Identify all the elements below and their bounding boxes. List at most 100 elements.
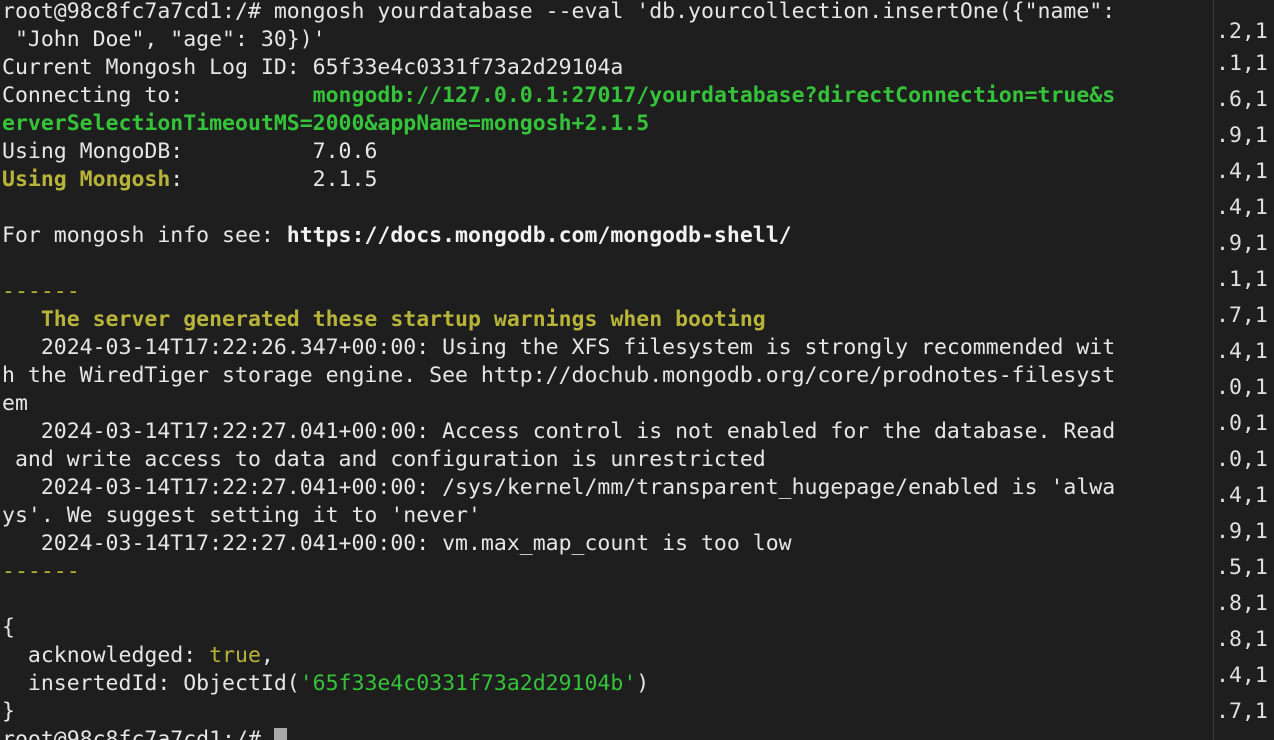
side-pane-row-mark: .: [1216, 231, 1229, 256]
side-pane-row-mark: .: [1216, 555, 1229, 580]
side-pane-row-mark: .: [1216, 159, 1229, 184]
side-pane-row-mark: .: [1216, 19, 1229, 44]
side-pane-row-text: 4,1: [1228, 195, 1268, 220]
side-pane-row-text: 8,1: [1228, 591, 1268, 616]
mongosh-version-label: Using Mongosh: [2, 167, 171, 192]
warnings-divider-top: ------: [2, 279, 80, 304]
shell-prompt-line[interactable]: root@98c8fc7a7cd1:/#: [2, 726, 287, 740]
shell-prompt: root@98c8fc7a7cd1:/#: [2, 727, 274, 740]
side-pane-row-text: 4,1: [1228, 663, 1268, 688]
side-pane-row-text: 6,1: [1228, 87, 1268, 112]
result-acknowledged-line: acknowledged: true,: [2, 642, 274, 670]
connecting-line-continued: erverSelectionTimeoutMS=2000&appName=mon…: [2, 110, 649, 138]
side-pane-row: .6,1: [1216, 86, 1268, 114]
side-pane-row-text: 0,1: [1228, 375, 1268, 400]
side-pane-row: .8,1: [1216, 626, 1268, 654]
mongosh-version-value: 2.1.5: [312, 167, 378, 192]
terminal-pane[interactable]: root@98c8fc7a7cd1:/# mongosh yourdatabas…: [0, 0, 1212, 740]
warning-line: 2024-03-14T17:22:27.041+00:00: Access co…: [2, 419, 1116, 444]
side-pane-row-text: 2,1: [1228, 19, 1268, 44]
side-pane-row-mark: .: [1216, 195, 1229, 220]
inserted-id-value: '65f33e4c0331f73a2d29104b': [299, 671, 637, 696]
warning-line: h the WiredTiger storage engine. See htt…: [2, 363, 1116, 388]
side-pane-row: .7,1: [1216, 698, 1268, 726]
side-pane-row-text: 4,1: [1228, 339, 1268, 364]
side-pane-row-mark: .: [1216, 519, 1229, 544]
side-pane-row: .9,1: [1216, 230, 1268, 258]
command-line: root@98c8fc7a7cd1:/# mongosh yourdatabas…: [2, 0, 1115, 26]
mongodb-version-value: 7.0.6: [312, 139, 378, 164]
connection-string: mongodb://127.0.0.1:27017/yourdatabase?d…: [312, 83, 1116, 108]
side-pane-row-mark: .: [1216, 411, 1229, 436]
side-pane-row-text: 1,1: [1228, 51, 1268, 76]
side-pane-row: .4,1: [1216, 194, 1268, 222]
side-pane-row-text: 0,1: [1228, 447, 1268, 472]
connection-string-continued: erverSelectionTimeoutMS=2000&appName=mon…: [2, 111, 650, 136]
side-pane-row: .2,1: [1216, 18, 1268, 46]
warnings-heading: The server generated these startup warni…: [2, 307, 766, 332]
side-pane-row-text: 7,1: [1228, 699, 1268, 724]
side-pane-row-mark: .: [1216, 699, 1229, 724]
side-pane-row: .0,1: [1216, 446, 1268, 474]
mongodb-version-line: Using MongoDB: 7.0.6: [2, 138, 377, 166]
side-pane-row-text: 9,1: [1228, 519, 1268, 544]
warning-line: 2024-03-14T17:22:27.041+00:00: vm.max_ma…: [2, 531, 792, 556]
warning-line: em: [2, 391, 28, 416]
side-pane-row: .4,1: [1216, 338, 1268, 366]
warning-line: ys'. We suggest setting it to 'never': [2, 503, 481, 528]
warning-line: 2024-03-14T17:22:26.347+00:00: Using the…: [2, 335, 1116, 360]
mongodb-version-label: Using MongoDB:: [2, 139, 313, 164]
warnings-divider-bottom: ------: [2, 559, 80, 584]
docs-link[interactable]: https://docs.mongodb.com/mongodb-shell/: [287, 223, 792, 248]
side-pane-row-mark: .: [1216, 123, 1229, 148]
connecting-line: Connecting to: mongodb://127.0.0.1:27017…: [2, 82, 1115, 110]
info-line: For mongosh info see: https://docs.mongo…: [2, 222, 792, 250]
side-pane-row: .9,1: [1216, 518, 1268, 546]
side-pane-row-text: 8,1: [1228, 627, 1268, 652]
side-pane-row: .0,1: [1216, 374, 1268, 402]
log-id-value: 65f33e4c0331f73a2d29104a: [312, 55, 624, 80]
side-pane-row-mark: .: [1216, 303, 1229, 328]
side-pane-row-text: 9,1: [1228, 123, 1268, 148]
side-pane-row-mark: .: [1216, 87, 1229, 112]
command-line-continued: "John Doe", "age": 30})': [2, 26, 326, 54]
side-pane-row-mark: .: [1216, 483, 1229, 508]
side-pane-row: .9,1: [1216, 122, 1268, 150]
mongosh-version-line: Using Mongosh: 2.1.5: [2, 166, 377, 194]
side-pane-row: .4,1: [1216, 662, 1268, 690]
side-pane-row: .5,1: [1216, 554, 1268, 582]
inserted-id-key: insertedId: ObjectId(: [2, 671, 300, 696]
side-pane-row-text: 4,1: [1228, 483, 1268, 508]
acknowledged-key: acknowledged:: [2, 643, 210, 668]
side-pane-row: .1,1: [1216, 50, 1268, 78]
side-pane-row-text: 4,1: [1228, 159, 1268, 184]
result-inserted-id-line: insertedId: ObjectId('65f33e4c0331f73a2d…: [2, 670, 649, 698]
side-pane-row-mark: .: [1216, 51, 1229, 76]
side-pane-row: .4,1: [1216, 158, 1268, 186]
side-pane-row: .8,1: [1216, 590, 1268, 618]
terminal-window: root@98c8fc7a7cd1:/# mongosh yourdatabas…: [0, 0, 1274, 740]
side-pane-row-mark: .: [1216, 663, 1229, 688]
inserted-id-close: ): [636, 671, 650, 696]
side-pane-row-text: 1,1: [1228, 267, 1268, 292]
warning-line: 2024-03-14T17:22:27.041+00:00: /sys/kern…: [2, 475, 1116, 500]
command-text: root@98c8fc7a7cd1:/# mongosh yourdatabas…: [2, 0, 1116, 24]
result-open-brace: {: [2, 615, 15, 640]
log-id-label: Current Mongosh Log ID:: [2, 55, 313, 80]
acknowledged-value: true: [209, 643, 261, 668]
info-label: For mongosh info see:: [2, 223, 287, 248]
side-pane-row: .0,1: [1216, 410, 1268, 438]
side-pane-row-text: 7,1: [1228, 303, 1268, 328]
side-pane-row-mark: .: [1216, 339, 1229, 364]
side-pane-row-mark: .: [1216, 375, 1229, 400]
side-pane-row: .7,1: [1216, 302, 1268, 330]
side-pane[interactable]: .2,1.1,1.6,1.9,1.4,1.4,1.9,1.1,1.7,1.4,1…: [1214, 0, 1274, 740]
mongosh-version-separator: :: [170, 167, 313, 192]
log-id-line: Current Mongosh Log ID: 65f33e4c0331f73a…: [2, 54, 623, 82]
side-pane-row-mark: .: [1216, 267, 1229, 292]
text-cursor: [273, 728, 287, 740]
side-pane-row-mark: .: [1216, 627, 1229, 652]
side-pane-row: .1,1: [1216, 266, 1268, 294]
side-pane-row-mark: .: [1216, 591, 1229, 616]
side-pane-row-text: 9,1: [1228, 231, 1268, 256]
